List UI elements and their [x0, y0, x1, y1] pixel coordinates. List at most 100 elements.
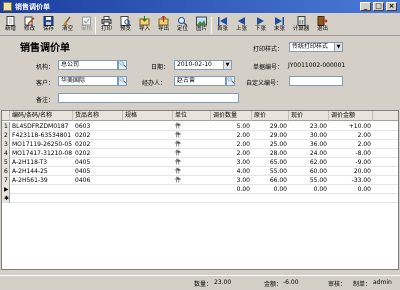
import-button[interactable]: 导入: [136, 16, 153, 35]
cell-code[interactable]: A-2H561-39: [10, 176, 73, 185]
next-button[interactable]: 下张: [252, 16, 269, 35]
column-header-code[interactable]: 编码/条码/名称: [10, 111, 73, 121]
cell-unit[interactable]: 件: [173, 131, 211, 140]
cell-qty[interactable]: 3.00: [211, 176, 252, 185]
clear-button[interactable]: 清空: [59, 16, 76, 35]
exit-button[interactable]: 退出: [314, 16, 331, 35]
cell-name[interactable]: [73, 185, 123, 194]
table-row[interactable]: 1 BL4SDFRZDM0187 0603 件 5.00 29.00 23.00 +10.00: [2, 122, 398, 131]
cell-code[interactable]: A-2H118-T3: [10, 158, 73, 167]
first-button[interactable]: 首张: [214, 16, 231, 35]
cell-orig-price[interactable]: 29.00: [252, 122, 289, 131]
table-row[interactable]: 6 A-2H144-25 0405 件 4.00 55.00 60.00 20.00: [2, 167, 398, 176]
cell-new-price[interactable]: 0.00: [289, 185, 329, 194]
cell-name[interactable]: 0406: [73, 176, 123, 185]
cell-unit[interactable]: 件: [173, 176, 211, 185]
cell-unit[interactable]: [173, 194, 211, 203]
cell-spec[interactable]: [123, 194, 173, 203]
cell-orig-price[interactable]: 28.00: [252, 149, 289, 158]
cell-unit[interactable]: 件: [173, 158, 211, 167]
cell-code[interactable]: [10, 194, 73, 203]
date-field[interactable]: 2010-02-10 ▼: [174, 60, 232, 70]
handler-lookup-icon[interactable]: 🔍: [226, 76, 235, 86]
cell-orig-price[interactable]: 25.00: [252, 140, 289, 149]
column-header-amount[interactable]: 调价金额: [329, 111, 373, 121]
table-row[interactable]: 5 A-2H118-T3 0405 件 3.00 65.00 62.00 -9.00: [2, 158, 398, 167]
cell-spec[interactable]: [123, 122, 173, 131]
image-button[interactable]: 图片: [193, 16, 210, 35]
handler-field[interactable]: 赵古曾: [174, 76, 226, 86]
cell-code[interactable]: BL4SDFRZDM0187: [10, 122, 73, 131]
column-header-unit[interactable]: 单位: [173, 111, 211, 121]
table-row[interactable]: 3 MO17119-26250-05 0202 件 2.00 25.00 36.00 2.00: [2, 140, 398, 149]
cell-amount[interactable]: -8.00: [329, 149, 373, 158]
cell-new-price[interactable]: 62.00: [289, 158, 329, 167]
cell-amount[interactable]: 2.00: [329, 140, 373, 149]
cell-new-price[interactable]: [289, 194, 329, 203]
cell-code[interactable]: MO17119-26250-05: [10, 140, 73, 149]
cell-spec[interactable]: [123, 140, 173, 149]
customer-field[interactable]: 华美国际: [58, 76, 118, 86]
cell-amount[interactable]: 0.00: [329, 185, 373, 194]
cell-qty[interactable]: 3.00: [211, 158, 252, 167]
org-field[interactable]: 总公司: [58, 60, 118, 70]
cell-qty[interactable]: 2.00: [211, 149, 252, 158]
cell-unit[interactable]: 件: [173, 149, 211, 158]
minimize-button[interactable]: _: [360, 2, 371, 11]
last-button[interactable]: 末张: [271, 16, 288, 35]
save-button[interactable]: 保存: [40, 16, 57, 35]
cell-new-price[interactable]: 55.00: [289, 176, 329, 185]
cell-unit[interactable]: 件: [173, 122, 211, 131]
cell-amount[interactable]: +10.00: [329, 122, 373, 131]
cell-name[interactable]: 0202: [73, 149, 123, 158]
cell-qty[interactable]: 5.00: [211, 122, 252, 131]
modify-button[interactable]: 修改: [21, 16, 38, 35]
cell-name[interactable]: 0405: [73, 167, 123, 176]
table-row[interactable]: 4 MO17417-31210-08 0202 件 2.00 28.00 24.00 -8.0…: [2, 149, 398, 158]
org-lookup-icon[interactable]: 🔍: [118, 60, 127, 70]
prev-button[interactable]: 上张: [233, 16, 250, 35]
cell-spec[interactable]: [123, 149, 173, 158]
cell-spec[interactable]: [123, 158, 173, 167]
cell-amount[interactable]: [329, 194, 373, 203]
cell-orig-price[interactable]: 65.00: [252, 158, 289, 167]
print-style-select[interactable]: 传统打印样式 ▼: [289, 42, 343, 52]
cell-amount[interactable]: 2.00: [329, 131, 373, 140]
cell-orig-price[interactable]: 66.00: [252, 176, 289, 185]
cell-spec[interactable]: [123, 185, 173, 194]
cell-orig-price[interactable]: 29.00: [252, 131, 289, 140]
new-button[interactable]: 新增: [2, 16, 19, 35]
table-row[interactable]: ✱0: [2, 194, 398, 203]
cell-code[interactable]: [10, 185, 73, 194]
cell-new-price[interactable]: 23.00: [289, 122, 329, 131]
cell-new-price[interactable]: 36.00: [289, 140, 329, 149]
cell-code[interactable]: MO17417-31210-08: [10, 149, 73, 158]
cell-new-price[interactable]: 60.00: [289, 167, 329, 176]
cell-new-price[interactable]: 24.00: [289, 149, 329, 158]
cell-orig-price[interactable]: 0.00: [252, 185, 289, 194]
table-row[interactable]: 2 F423118-63534801 0202 件 2.00 29.00 30.00 2.00: [2, 131, 398, 140]
locate-button[interactable]: 定位: [174, 16, 191, 35]
close-button[interactable]: ×: [386, 2, 397, 11]
print-button[interactable]: 打印: [98, 16, 115, 35]
cell-unit[interactable]: 件: [173, 140, 211, 149]
cell-qty[interactable]: [211, 194, 252, 203]
cell-qty[interactable]: 0.00: [211, 185, 252, 194]
audit-button[interactable]: 审核: [78, 16, 95, 35]
custom-no-field[interactable]: [289, 76, 343, 86]
table-row[interactable]: ▶80.000.000.000.00: [2, 185, 398, 194]
cell-unit[interactable]: [173, 185, 211, 194]
cell-code[interactable]: F423118-63534801: [10, 131, 73, 140]
table-row[interactable]: 7 A-2H561-39 0406 件 3.00 66.00 55.00 -33.00: [2, 176, 398, 185]
cell-name[interactable]: [73, 194, 123, 203]
calculator-button[interactable]: 计算器: [290, 16, 312, 35]
customer-lookup-icon[interactable]: 🔍: [118, 76, 127, 86]
maximize-button[interactable]: □: [373, 2, 384, 11]
cell-unit[interactable]: 件: [173, 167, 211, 176]
cell-qty[interactable]: 2.00: [211, 131, 252, 140]
remark-field[interactable]: [58, 93, 239, 103]
cell-name[interactable]: 0603: [73, 122, 123, 131]
column-header-spec[interactable]: 规格: [123, 111, 173, 121]
cell-new-price[interactable]: 30.00: [289, 131, 329, 140]
cell-amount[interactable]: -33.00: [329, 176, 373, 185]
